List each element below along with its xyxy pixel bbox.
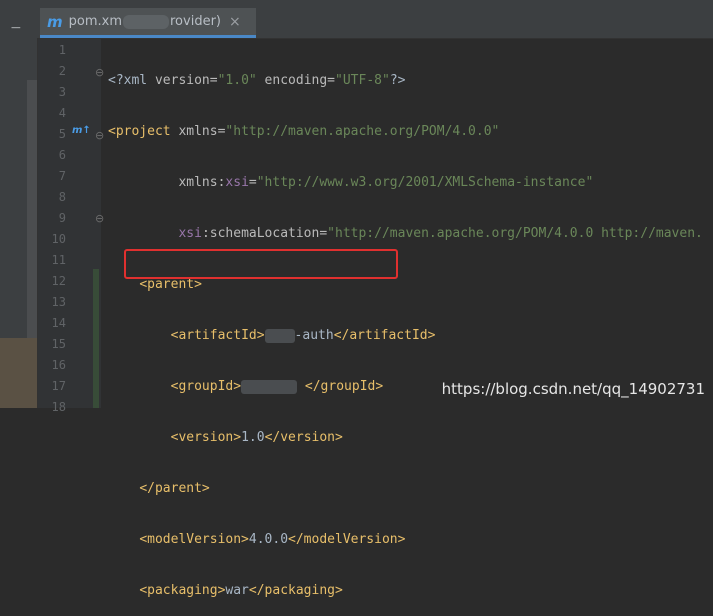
code-line-3: xmlns:xsi="http://www.w3.org/2001/XMLSch… (108, 172, 713, 193)
fold-toggle-icon[interactable]: ⊖ (95, 66, 104, 79)
code-line-2: <project xmlns="http://maven.apache.org/… (108, 121, 713, 142)
line-number: 16 (51, 358, 66, 372)
tag-artifactid-open: <artifactId> (170, 328, 265, 343)
tag-parent-open: <parent> (139, 277, 202, 292)
redacted-text (264, 328, 295, 343)
line-number: 4 (58, 106, 66, 120)
redacted-text (241, 379, 298, 394)
attribute-value: "1.0" (217, 73, 257, 88)
maven-file-icon: m (47, 12, 63, 31)
line-number: 10 (51, 232, 66, 246)
tag-modelversion-close: </modelVersion> (288, 532, 406, 547)
tag-version-open: <version> (170, 430, 242, 445)
tag-packaging-open: <packaging> (139, 583, 226, 598)
line-number: 2 (58, 64, 66, 78)
code-line-8: <version>1.0</version> (108, 427, 713, 448)
line-number: 5 (58, 127, 66, 141)
watermark: https://blog.csdn.net/qq_14902731 (441, 380, 705, 398)
line-number: 11 (51, 253, 66, 267)
attribute-value: "http://www.w3.org/2001/XMLSchema-instan… (256, 175, 594, 190)
attribute-value: "http://maven.apache.org/POM/4.0.0 http:… (327, 226, 703, 241)
maven-override-icon[interactable]: m↑ (72, 125, 91, 136)
code-line-9: </parent> (108, 478, 713, 499)
code-editor[interactable]: <?xml version="1.0" encoding="UTF-8"?> <… (108, 40, 713, 616)
attribute-name: xmlns= (178, 124, 226, 139)
attribute-value: "UTF-8" (335, 73, 390, 88)
namespace-prefix: xsi (225, 175, 249, 190)
tag-groupid-open: <groupId> (170, 379, 242, 394)
packaging-value: war (225, 583, 249, 598)
line-number: 9 (58, 211, 66, 225)
attribute-name: :schemaLocation= (201, 226, 328, 241)
project-tool-window: − (0, 0, 38, 408)
line-number: 1 (58, 43, 66, 57)
tab-pom-xml[interactable]: m pom.xm rovider) × (40, 8, 256, 38)
version-value: 1.0 (241, 430, 265, 445)
code-line-1: <?xml version="1.0" encoding="UTF-8"?> (108, 70, 713, 91)
modelversion-value: 4.0.0 (248, 532, 289, 547)
code-line-4: xsi:schemaLocation="http://maven.apache.… (108, 223, 713, 244)
code-line-10: <modelVersion>4.0.0</modelVersion> (108, 529, 713, 550)
fold-toggle-icon[interactable]: ⊖ (95, 129, 104, 142)
artifactid-value: -auth (294, 328, 334, 343)
line-number: 3 (58, 85, 66, 99)
line-numbers: 1 2 3 4 5 6 7 8 9 10 11 12 13 14 15 16 1… (38, 40, 66, 418)
code-line-11: <packaging>war</packaging> (108, 580, 713, 601)
line-number: 6 (58, 148, 66, 162)
close-icon[interactable]: × (229, 14, 241, 30)
equals-sign: = (248, 175, 257, 190)
line-number: 7 (58, 169, 66, 183)
line-number: 17 (51, 379, 66, 393)
highlight-box (124, 249, 398, 279)
xml-declaration-open: <?xml (108, 73, 155, 88)
tag-packaging-close: </packaging> (248, 583, 343, 598)
tag-groupid-close: </groupId> (304, 379, 384, 394)
line-number: 14 (51, 316, 66, 330)
line-number: 13 (51, 295, 66, 309)
tag-parent-close: </parent> (139, 481, 210, 496)
tag-version-close: </version> (264, 430, 343, 445)
namespace-prefix: xsi (178, 226, 202, 241)
tag-modelversion-open: <modelVersion> (139, 532, 249, 547)
tab-label-prefix: pom.xm (68, 14, 122, 29)
tool-window-selection (0, 338, 37, 408)
redacted-tab-text (123, 14, 169, 29)
minimize-icon[interactable]: − (10, 20, 22, 36)
tag-project: <project (108, 124, 179, 139)
vcs-change-marker (93, 269, 99, 408)
xml-declaration-close: ?> (389, 73, 406, 88)
tag-artifactid-close: </artifactId> (333, 328, 436, 343)
tab-label-suffix: rovider) (170, 14, 221, 29)
attribute-value: "http://maven.apache.org/POM/4.0.0" (225, 124, 500, 139)
editor-tab-bar: m pom.xm rovider) × (37, 0, 713, 39)
line-number: 15 (51, 337, 66, 351)
fold-toggle-icon[interactable]: ⊖ (95, 212, 104, 225)
line-number: 12 (51, 274, 66, 288)
attribute-name: version= (154, 73, 218, 88)
attribute-name: encoding= (256, 73, 336, 88)
code-line-6: <artifactId> -auth</artifactId> (108, 325, 713, 346)
attribute-name: xmlns: (178, 175, 226, 190)
line-number: 8 (58, 190, 66, 204)
